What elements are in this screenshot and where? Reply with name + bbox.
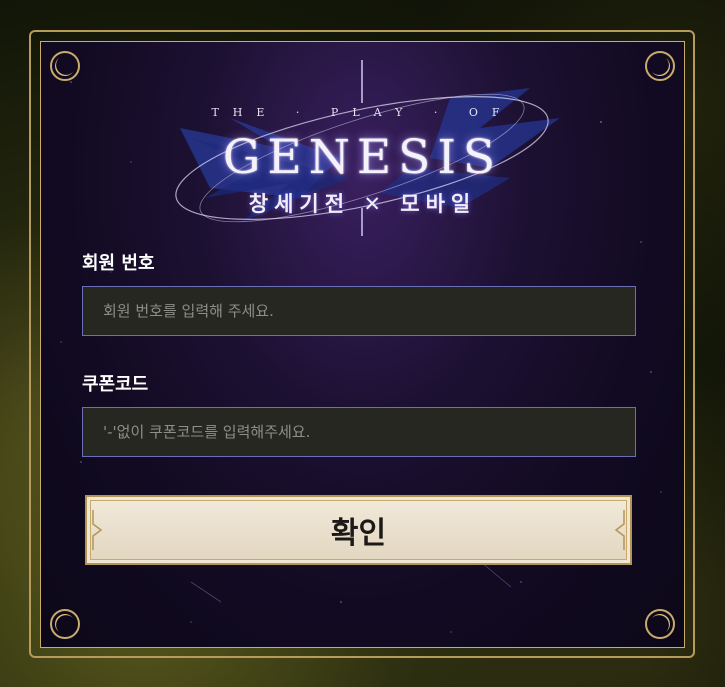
member-number-input[interactable]: [82, 286, 636, 336]
game-logo: THE · PLAY · OF GENESIS 창세기전 ✕ 모바일: [150, 58, 575, 238]
button-right-ornament-icon: [614, 510, 625, 550]
confirm-button-label: 확인: [330, 516, 387, 551]
logo-title: GENESIS: [222, 130, 503, 185]
button-left-ornament-icon: [92, 510, 103, 550]
logo-korean-title: 창세기전 ✕ 모바일: [248, 192, 477, 216]
crescent-ornament-icon: [645, 609, 675, 639]
crescent-ornament-icon: [50, 609, 80, 639]
crescent-ornament-icon: [50, 51, 80, 81]
crescent-ornament-icon: [645, 51, 675, 81]
confirm-button[interactable]: 확인: [85, 495, 632, 565]
coupon-code-label: 쿠폰코드: [82, 374, 149, 395]
coupon-code-input[interactable]: [82, 407, 636, 457]
logo-subtitle: THE · PLAY · OF: [211, 106, 514, 119]
member-number-label: 회원 번호: [82, 253, 155, 274]
